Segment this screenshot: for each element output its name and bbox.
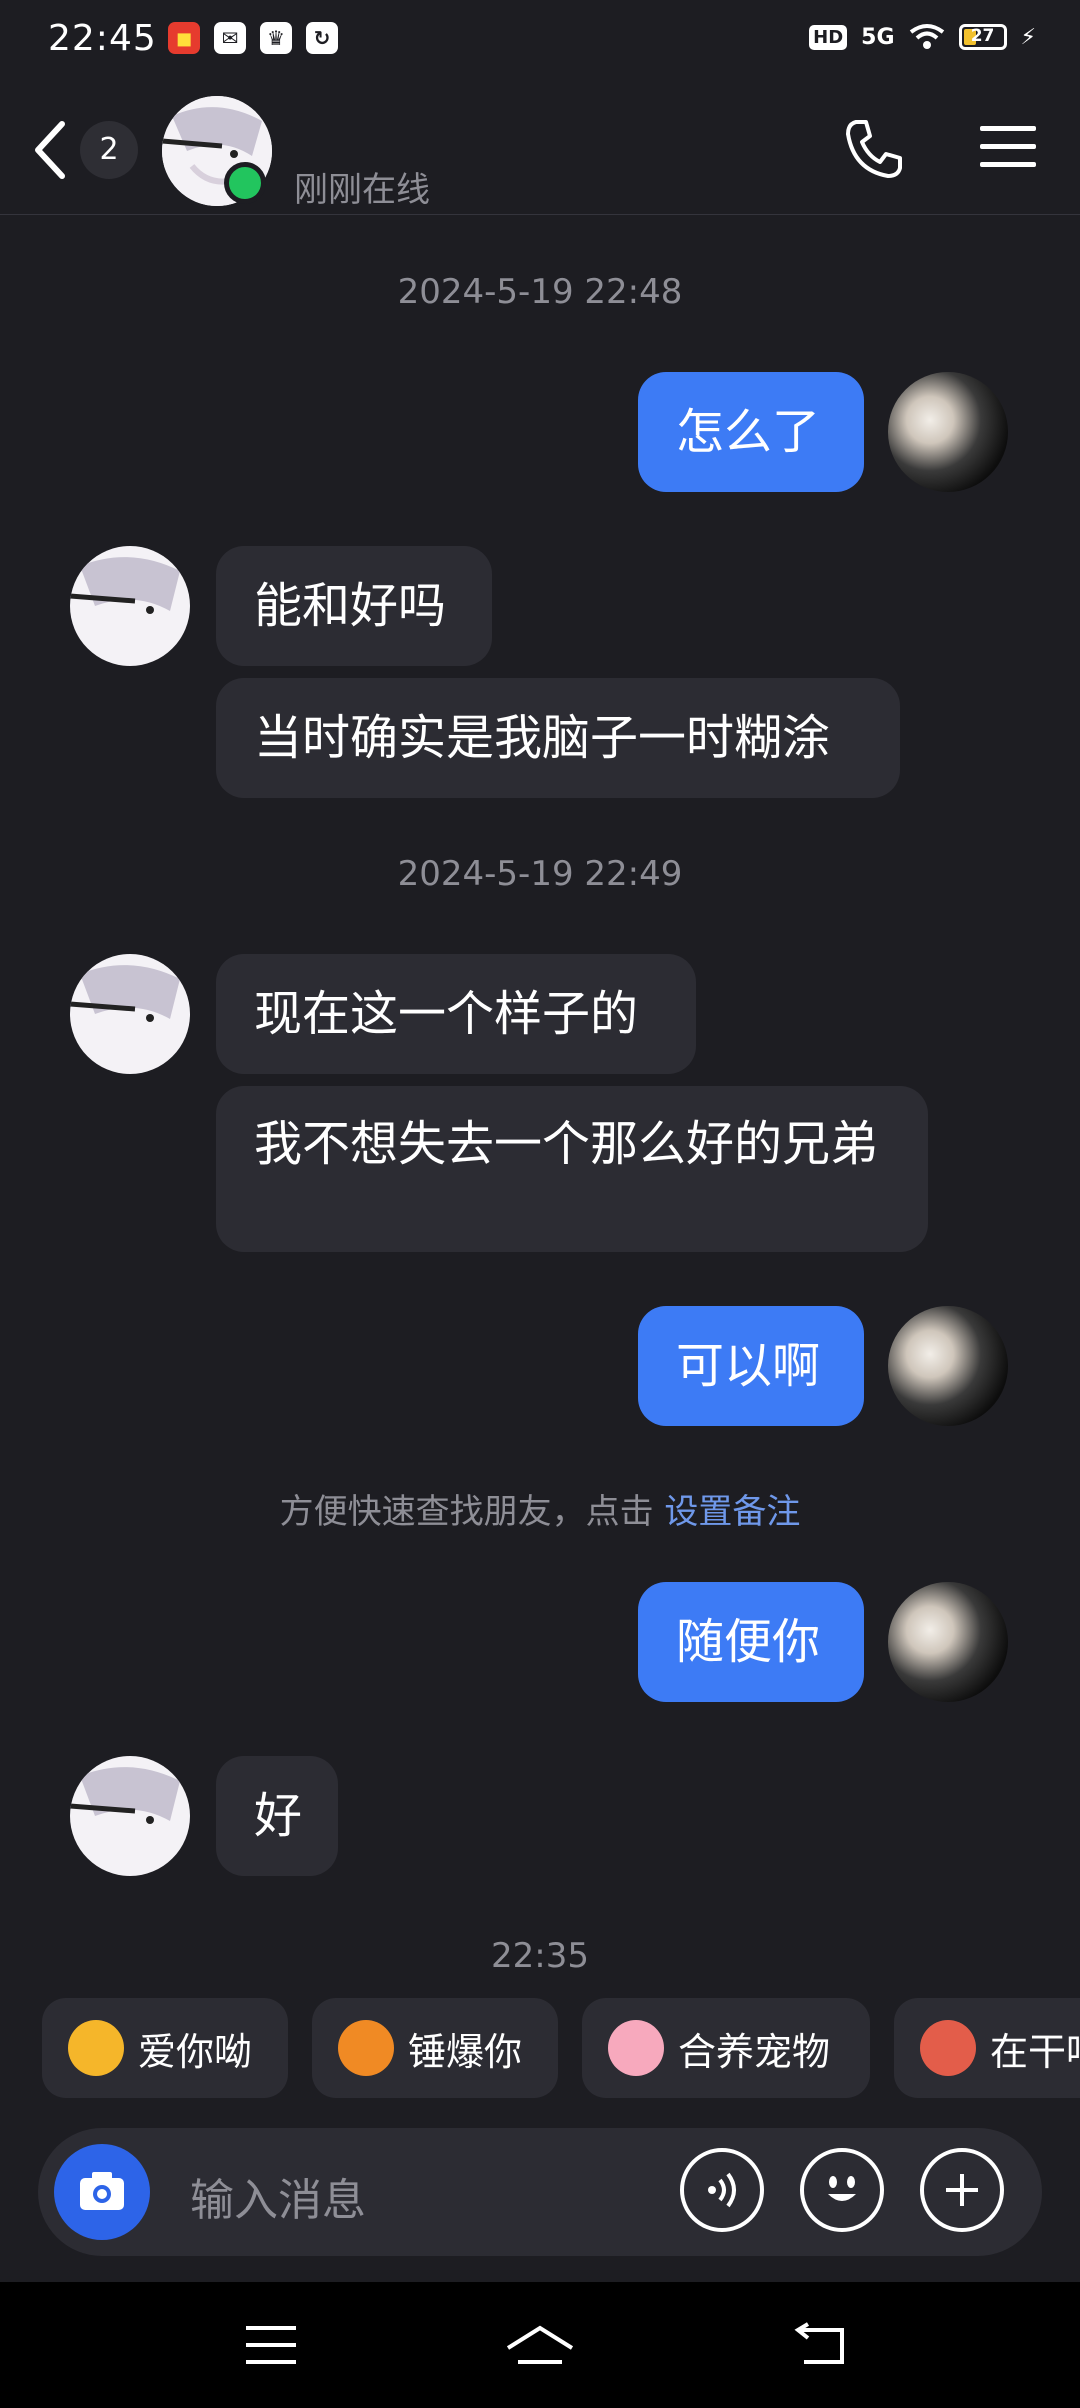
message-input[interactable]: 输入消息 bbox=[190, 2164, 366, 2228]
contact-avatar[interactable] bbox=[70, 1756, 190, 1876]
chat-header: 2 刚刚在线 bbox=[0, 86, 1080, 215]
online-status-dot bbox=[224, 162, 266, 204]
pet-emoji-icon bbox=[608, 2020, 664, 2076]
my-avatar[interactable] bbox=[888, 1306, 1008, 1426]
home-icon[interactable] bbox=[504, 2322, 576, 2372]
charging-icon: ⚡ bbox=[1020, 24, 1036, 50]
system-navigation-bar bbox=[0, 2282, 1080, 2408]
quick-reply-chip[interactable]: 合养宠物 bbox=[582, 1998, 870, 2098]
crown-notification-icon: ♛ bbox=[260, 22, 292, 54]
camera-icon bbox=[80, 2172, 124, 2210]
emoji-button[interactable] bbox=[800, 2148, 884, 2232]
thinking-emoji-icon bbox=[920, 2020, 976, 2076]
notification-icons: ◼ ✉ ♛ ↻ bbox=[168, 22, 338, 54]
message-input-bar: 输入消息 bbox=[38, 2128, 1042, 2256]
presence-status: 刚刚在线 bbox=[294, 170, 430, 210]
quick-reply-label: 锤爆你 bbox=[408, 2029, 523, 2074]
contact-avatar[interactable] bbox=[70, 546, 190, 666]
hammer-emoji-icon bbox=[338, 2020, 394, 2076]
timestamp: 2024-5-19 22:49 bbox=[397, 854, 683, 894]
plus-icon bbox=[946, 2174, 978, 2206]
voice-button[interactable] bbox=[680, 2148, 764, 2232]
message-bubble-received[interactable]: 我不想失去一个那么好的兄弟 bbox=[216, 1086, 928, 1252]
app-notification-icon: ◼ bbox=[168, 22, 200, 54]
chevron-left-icon[interactable] bbox=[30, 120, 70, 180]
timestamp: 22:35 bbox=[491, 1936, 589, 1976]
message-bubble-sent[interactable]: 随便你 bbox=[638, 1582, 864, 1702]
set-remark-link[interactable]: 设置备注 bbox=[664, 1492, 800, 1532]
battery-level: 27 bbox=[970, 26, 995, 46]
message-bubble-sent[interactable]: 可以啊 bbox=[638, 1306, 864, 1426]
message-bubble-received[interactable]: 好 bbox=[216, 1756, 338, 1876]
quick-reply-chip[interactable]: 爱你呦 bbox=[42, 1998, 288, 2098]
sync-notification-icon: ↻ bbox=[306, 22, 338, 54]
status-bar: 22:45 ◼ ✉ ♛ ↻ HD 5G 27 ⚡ bbox=[0, 0, 1080, 84]
voice-icon bbox=[708, 2172, 736, 2208]
heart-eyes-emoji-icon bbox=[68, 2020, 124, 2076]
battery-icon: 27 bbox=[958, 24, 1007, 50]
quick-reply-label: 合养宠物 bbox=[678, 2029, 831, 2074]
hamburger-menu-icon[interactable] bbox=[978, 122, 1038, 172]
wifi-icon bbox=[909, 24, 944, 49]
message-bubble-received[interactable]: 现在这一个样子的 bbox=[216, 954, 696, 1074]
contact-avatar[interactable] bbox=[70, 954, 190, 1074]
quick-reply-chip[interactable]: 锤爆你 bbox=[312, 1998, 558, 2098]
camera-button[interactable] bbox=[54, 2144, 150, 2240]
quick-reply-label: 爱你呦 bbox=[138, 2029, 253, 2074]
signal-5g-icon: 5G bbox=[861, 24, 895, 50]
more-button[interactable] bbox=[920, 2148, 1004, 2232]
system-note: 方便快速查找朋友，点击 设置备注 bbox=[0, 1484, 1080, 1533]
message-bubble-sent[interactable]: 怎么了 bbox=[638, 372, 864, 492]
phone-icon[interactable] bbox=[842, 116, 906, 180]
my-avatar[interactable] bbox=[888, 372, 1008, 492]
hd-icon: HD bbox=[809, 24, 848, 50]
message-bubble-received[interactable]: 当时确实是我脑子一时糊涂 bbox=[216, 678, 900, 798]
message-notification-icon: ✉ bbox=[214, 22, 246, 54]
quick-reply-chip[interactable]: 在干吗 bbox=[894, 1998, 1080, 2098]
back-nav-icon[interactable] bbox=[794, 2322, 850, 2368]
smiley-icon bbox=[828, 2176, 856, 2201]
quick-reply-label: 在干吗 bbox=[990, 2029, 1080, 2074]
timestamp: 2024-5-19 22:48 bbox=[397, 272, 683, 312]
system-note-text: 方便快速查找朋友，点击 bbox=[279, 1492, 665, 1532]
status-indicators: HD 5G 27 ⚡ bbox=[809, 22, 1036, 52]
recent-apps-icon[interactable] bbox=[244, 2322, 300, 2368]
message-bubble-received[interactable]: 能和好吗 bbox=[216, 546, 492, 666]
my-avatar[interactable] bbox=[888, 1582, 1008, 1702]
status-time: 22:45 bbox=[48, 18, 157, 59]
unread-count-badge[interactable]: 2 bbox=[80, 121, 138, 179]
